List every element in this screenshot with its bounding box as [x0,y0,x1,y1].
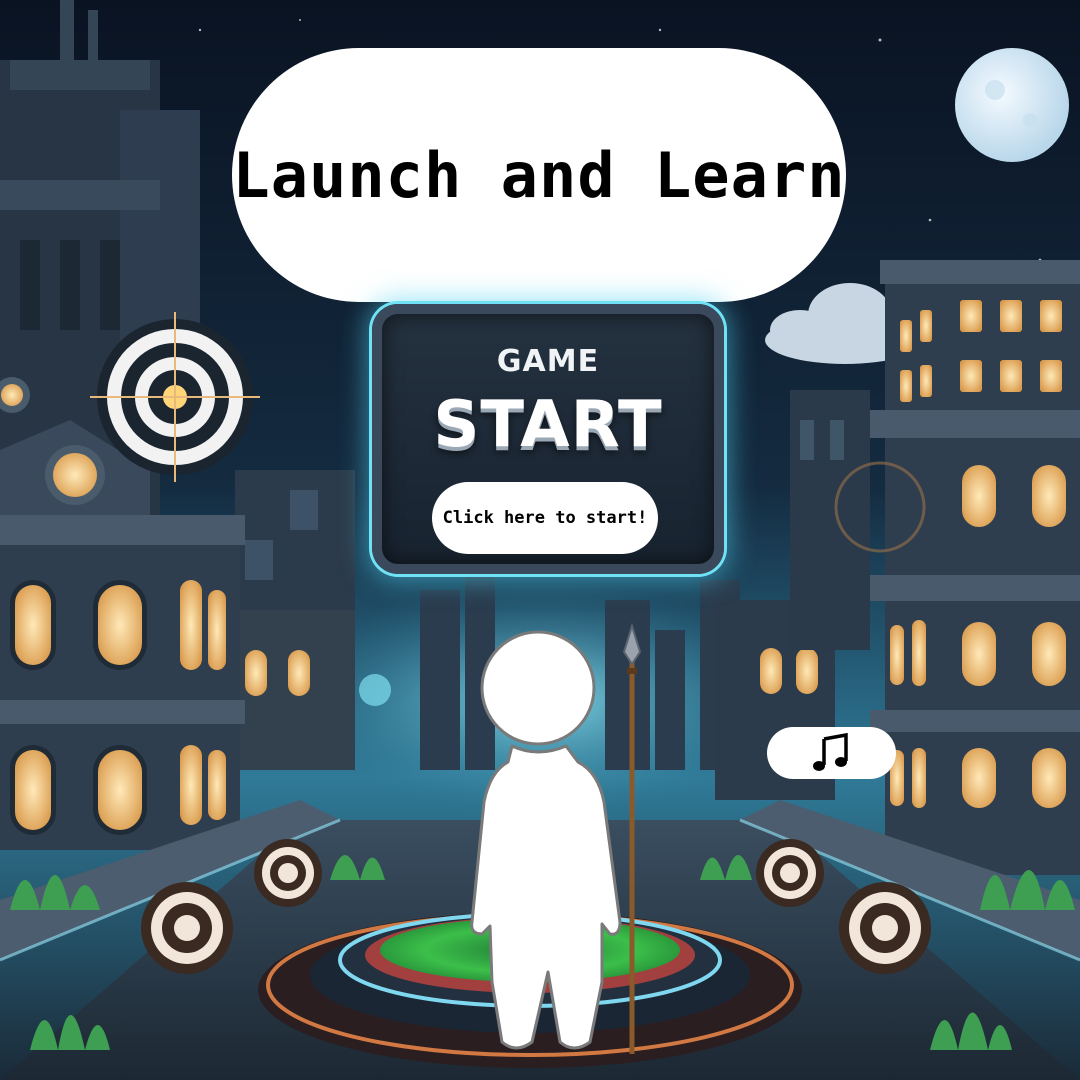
title-banner: Launch and Learn [232,48,846,302]
start-label: START [433,388,663,462]
spear-icon [622,622,642,1054]
game-label: GAME [496,344,600,379]
music-toggle-button[interactable] [767,727,896,779]
game-start-screen: Launch and Learn GAME START Click here t… [0,0,1080,1080]
game-start-panel: GAME START Click here to start! [372,304,724,574]
start-button[interactable]: Click here to start! [432,482,658,554]
player-avatar [470,622,642,1054]
game-title: Launch and Learn [232,138,846,212]
music-note-icon [812,732,848,771]
